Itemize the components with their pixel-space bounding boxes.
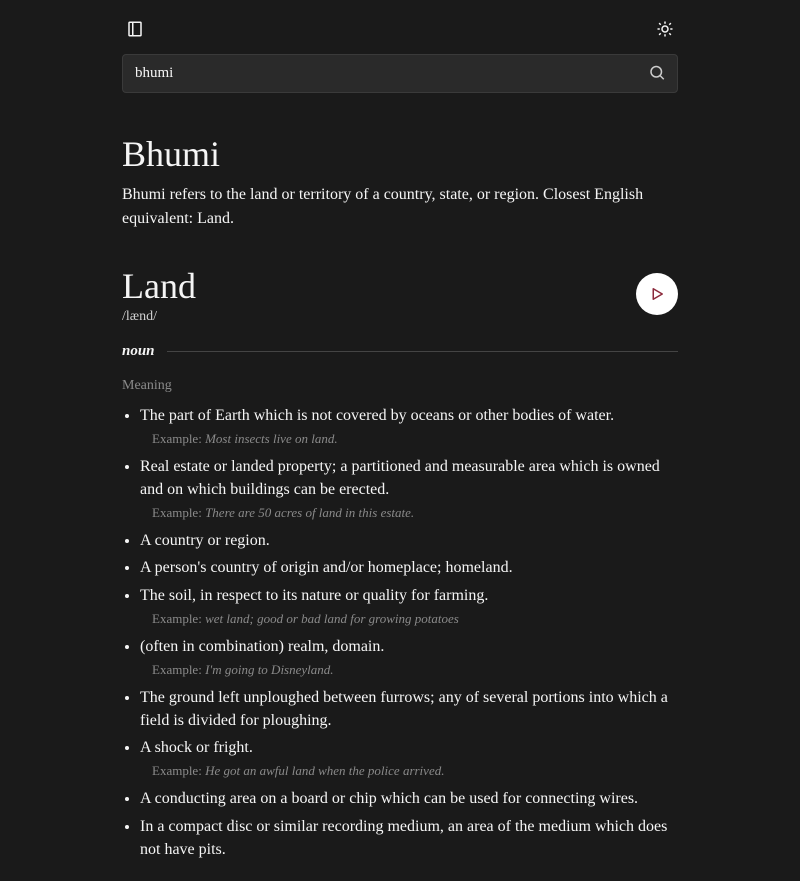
definition-example: Example: wet land; good or bad land for … bbox=[152, 611, 678, 627]
definition-text: A conducting area on a board or chip whi… bbox=[140, 790, 638, 807]
definition-text: The ground left unploughed between furro… bbox=[140, 689, 668, 729]
definition-item: A country or region. bbox=[140, 529, 678, 552]
definition-item: A shock or fright. bbox=[140, 736, 678, 759]
search-bar bbox=[122, 54, 678, 93]
search-input[interactable] bbox=[122, 54, 678, 93]
definition-item: A person's country of origin and/or home… bbox=[140, 556, 678, 579]
definition-example: Example: He got an awful land when the p… bbox=[152, 763, 678, 779]
summary-text: Bhumi refers to the land or territory of… bbox=[122, 183, 678, 231]
phonetic: /lænd/ bbox=[122, 309, 196, 325]
definition-example: Example: I'm going to Disneyland. bbox=[152, 662, 678, 678]
play-icon bbox=[648, 285, 666, 303]
definition-example: Example: There are 50 acres of land in t… bbox=[152, 505, 678, 521]
definition-text: The part of Earth which is not covered b… bbox=[140, 407, 614, 424]
definitions-list: The part of Earth which is not covered b… bbox=[122, 404, 678, 861]
theme-toggle-icon[interactable] bbox=[652, 16, 678, 42]
definition-item: Real estate or landed property; a partit… bbox=[140, 455, 678, 501]
book-icon[interactable] bbox=[122, 16, 148, 42]
definition-text: A shock or fright. bbox=[140, 739, 253, 756]
definition-item: The soil, in respect to its nature or qu… bbox=[140, 584, 678, 607]
definition-item: (often in combination) realm, domain. bbox=[140, 635, 678, 658]
definition-text: The soil, in respect to its nature or qu… bbox=[140, 587, 488, 604]
entry-word: Land bbox=[122, 267, 196, 307]
definition-text: A person's country of origin and/or home… bbox=[140, 559, 513, 576]
definition-item: The ground left unploughed between furro… bbox=[140, 686, 678, 732]
definition-text: (often in combination) realm, domain. bbox=[140, 638, 384, 655]
divider bbox=[167, 351, 678, 352]
part-of-speech: noun bbox=[122, 343, 155, 360]
definition-example: Example: Most insects live on land. bbox=[152, 431, 678, 447]
page-title: Bhumi bbox=[122, 133, 678, 175]
definition-item: In a compact disc or similar recording m… bbox=[140, 815, 678, 861]
definition-text: Real estate or landed property; a partit… bbox=[140, 458, 660, 498]
topbar bbox=[122, 16, 678, 42]
definition-text: In a compact disc or similar recording m… bbox=[140, 818, 667, 858]
definition-item: A conducting area on a board or chip whi… bbox=[140, 787, 678, 810]
play-audio-button[interactable] bbox=[636, 273, 678, 315]
meaning-label: Meaning bbox=[122, 378, 678, 394]
definition-item: The part of Earth which is not covered b… bbox=[140, 404, 678, 427]
definition-text: A country or region. bbox=[140, 532, 270, 549]
search-icon[interactable] bbox=[644, 59, 670, 88]
